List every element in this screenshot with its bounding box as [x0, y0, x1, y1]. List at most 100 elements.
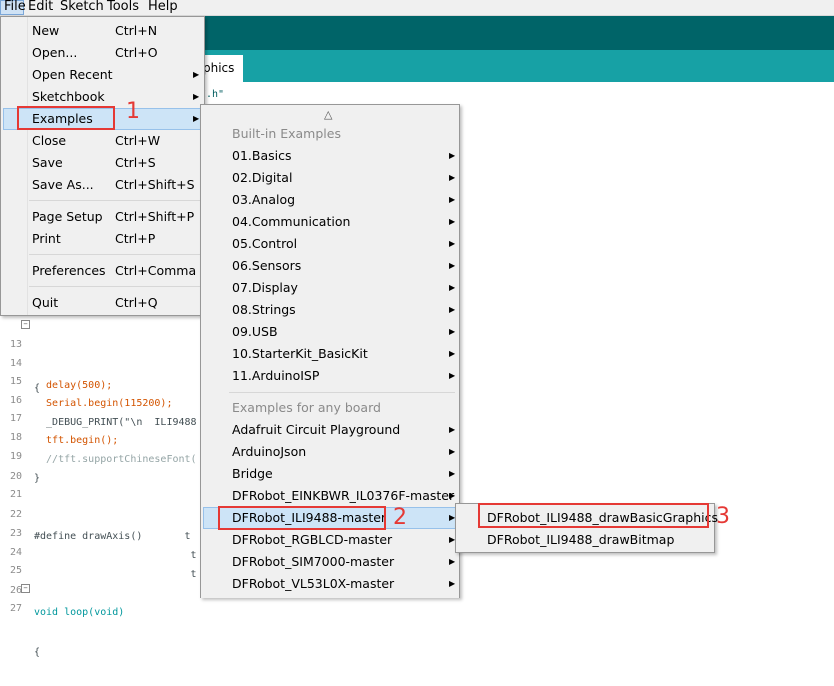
- code-line-19: 19 }: [0, 424, 40, 484]
- submenu-arrow-icon: ▶: [449, 327, 456, 336]
- code-line-27: 27 − {: [0, 576, 40, 658]
- menu-item-shortcut: Ctrl+P: [115, 231, 156, 246]
- menu-item-shortcut: Ctrl+Comma: [115, 263, 197, 278]
- example-item-dfrobot-rgblcd[interactable]: DFRobot_RGBLCD-master ▶: [201, 529, 459, 551]
- example-item-communication[interactable]: 04.Communication ▶: [201, 211, 459, 233]
- menu-item-page-setup[interactable]: Page Setup Ctrl+Shift+P: [1, 206, 204, 228]
- code-text: void loop(void): [34, 607, 125, 618]
- menu-item-label: Adafruit Circuit Playground: [232, 422, 401, 437]
- scroll-up-arrow-icon[interactable]: △: [324, 108, 332, 121]
- menu-item-label: 06.Sensors: [232, 258, 302, 273]
- menu-file[interactable]: File: [0, 0, 26, 15]
- menu-item-label: Close: [32, 133, 67, 148]
- code-text: {: [34, 647, 41, 658]
- menu-tools[interactable]: Tools: [104, 0, 142, 15]
- menu-item-label: 01.Basics: [232, 148, 292, 163]
- sketch-item-draw-bitmap[interactable]: DFRobot_ILI9488_drawBitmap: [456, 529, 714, 551]
- menu-item-shortcut: Ctrl+Q: [115, 295, 158, 310]
- submenu-arrow-icon: ▶: [449, 239, 456, 248]
- annotation-box-1: [17, 106, 115, 130]
- menu-item-label: Sketchbook: [32, 89, 105, 104]
- menu-item-new[interactable]: New Ctrl+N: [1, 20, 204, 42]
- example-item-dfrobot-sim7000[interactable]: DFRobot_SIM7000-master ▶: [201, 551, 459, 573]
- example-item-bridge[interactable]: Bridge ▶: [201, 463, 459, 485]
- menu-separator: [29, 286, 201, 287]
- menu-item-label: 10.StarterKit_BasicKit: [232, 346, 368, 361]
- menu-item-label: 09.USB: [232, 324, 278, 339]
- submenu-arrow-icon: ▶: [449, 305, 456, 314]
- menu-item-label: Open...: [32, 45, 78, 60]
- example-item-analog[interactable]: 03.Analog ▶: [201, 189, 459, 211]
- menu-item-label: DFRobot_RGBLCD-master: [232, 532, 393, 547]
- menu-item-label: Print: [32, 231, 61, 246]
- menu-edit[interactable]: Edit: [25, 0, 56, 15]
- menu-item-label: DFRobot_EINKBWR_IL0376F-master: [232, 488, 455, 503]
- menu-item-label: 02.Digital: [232, 170, 293, 185]
- menu-item-label: 11.ArduinoISP: [232, 368, 320, 383]
- example-item-basics[interactable]: 01.Basics ▶: [201, 145, 459, 167]
- code-line-25: 25: [0, 538, 24, 576]
- example-item-control[interactable]: 05.Control ▶: [201, 233, 459, 255]
- submenu-arrow-icon: ▶: [449, 371, 456, 380]
- example-item-display[interactable]: 07.Display ▶: [201, 277, 459, 299]
- menu-item-shortcut: Ctrl+S: [115, 155, 156, 170]
- example-item-starterkit[interactable]: 10.StarterKit_BasicKit ▶: [201, 343, 459, 365]
- example-item-sensors[interactable]: 06.Sensors ▶: [201, 255, 459, 277]
- menu-item-label: Save As...: [32, 177, 94, 192]
- submenu-arrow-icon: ▶: [449, 283, 456, 292]
- menu-item-quit[interactable]: Quit Ctrl+Q: [1, 292, 204, 314]
- menu-item-shortcut: Ctrl+O: [115, 45, 158, 60]
- menu-item-save-as[interactable]: Save As... Ctrl+Shift+S: [1, 174, 204, 196]
- menu-item-print[interactable]: Print Ctrl+P: [1, 228, 204, 250]
- menu-item-shortcut: Ctrl+Shift+P: [115, 209, 195, 224]
- annotation-number-2: 2: [393, 505, 407, 530]
- menu-item-save[interactable]: Save Ctrl+S: [1, 152, 204, 174]
- menu-item-label: 08.Strings: [232, 302, 296, 317]
- menu-sketch[interactable]: Sketch: [57, 0, 107, 15]
- menu-item-label: Preferences: [32, 263, 106, 278]
- section-header-builtin: Built-in Examples: [232, 126, 341, 141]
- menu-item-shortcut: Ctrl+N: [115, 23, 158, 38]
- submenu-arrow-icon: ▶: [193, 92, 200, 101]
- code-text: //tft.supportChineseFont(: [34, 454, 197, 465]
- fold-toggle-icon[interactable]: −: [21, 584, 30, 593]
- annotation-box-2: [218, 506, 386, 530]
- menu-separator: [229, 392, 455, 393]
- example-item-dfrobot-eink[interactable]: DFRobot_EINKBWR_IL0376F-master ▶: [201, 485, 459, 507]
- file-menu: New Ctrl+N Open... Ctrl+O Open Recent ▶ …: [0, 16, 205, 316]
- menu-bar: File Edit Sketch Tools Help: [0, 0, 834, 16]
- line-number: 27: [9, 603, 22, 614]
- menu-item-sketchbook[interactable]: Sketchbook ▶: [1, 86, 204, 108]
- example-item-adafruit[interactable]: Adafruit Circuit Playground ▶: [201, 419, 459, 441]
- menu-item-close[interactable]: Close Ctrl+W: [1, 130, 204, 152]
- menu-item-preferences[interactable]: Preferences Ctrl+Comma: [1, 260, 204, 282]
- menu-item-label: 04.Communication: [232, 214, 351, 229]
- submenu-arrow-icon: ▶: [449, 557, 456, 566]
- example-item-digital[interactable]: 02.Digital ▶: [201, 167, 459, 189]
- menu-help[interactable]: Help: [145, 0, 181, 15]
- menu-item-label: DFRobot_ILI9488_drawBitmap: [487, 532, 675, 547]
- submenu-arrow-icon: ▶: [449, 151, 456, 160]
- example-item-dfrobot-vl53l0x[interactable]: DFRobot_VL53L0X-master ▶: [201, 573, 459, 595]
- example-item-usb[interactable]: 09.USB ▶: [201, 321, 459, 343]
- example-item-arduinoisp[interactable]: 11.ArduinoISP ▶: [201, 365, 459, 387]
- menu-item-label: 03.Analog: [232, 192, 296, 207]
- menu-item-label: New: [32, 23, 60, 38]
- fold-toggle-icon[interactable]: −: [21, 320, 30, 329]
- menu-separator: [29, 254, 201, 255]
- menu-item-shortcut: Ctrl+Shift+S: [115, 177, 195, 192]
- submenu-arrow-icon: ▶: [449, 195, 456, 204]
- menu-item-open[interactable]: Open... Ctrl+O: [1, 42, 204, 64]
- menu-item-label: DFRobot_SIM7000-master: [232, 554, 395, 569]
- submenu-arrow-icon: ▶: [449, 217, 456, 226]
- submenu-arrow-icon: ▶: [449, 349, 456, 358]
- menu-item-open-recent[interactable]: Open Recent ▶: [1, 64, 204, 86]
- submenu-arrow-icon: ▶: [449, 173, 456, 182]
- example-item-arduinojson[interactable]: ArduinoJson ▶: [201, 441, 459, 463]
- section-header-anyboard: Examples for any board: [232, 400, 381, 415]
- menu-separator: [29, 200, 201, 201]
- submenu-arrow-icon: ▶: [449, 447, 456, 456]
- annotation-number-1: 1: [126, 99, 140, 124]
- example-item-strings[interactable]: 08.Strings ▶: [201, 299, 459, 321]
- menu-item-label: Quit: [32, 295, 59, 310]
